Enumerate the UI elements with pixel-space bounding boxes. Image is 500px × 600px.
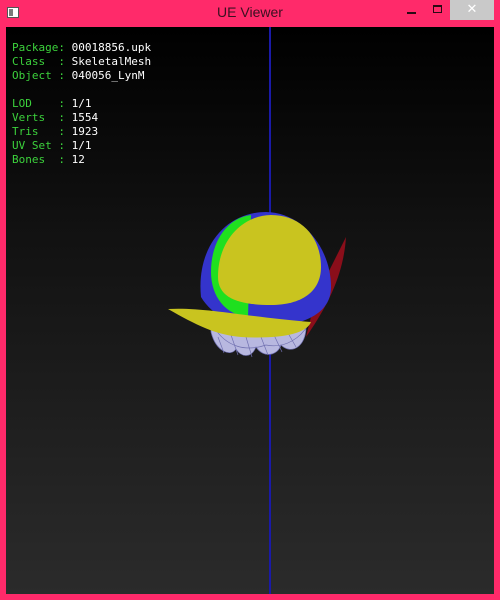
window-title: UE Viewer <box>217 4 283 20</box>
skeletal-mesh-render <box>168 212 346 358</box>
info-object: Object : 040056_LynM <box>12 69 145 82</box>
ue-viewer-window: UE Viewer ✕ Package: 00018856.upk Class … <box>0 0 500 600</box>
minimize-icon <box>407 12 416 14</box>
info-verts: Verts : 1554 <box>12 111 99 124</box>
info-lod: LOD : 1/1 <box>12 97 92 110</box>
info-class: Class : SkeletalMesh <box>12 55 152 68</box>
maximize-button[interactable] <box>426 0 450 20</box>
info-uvset: UV Set : 1/1 <box>12 139 92 152</box>
info-tris: Tris : 1923 <box>12 125 99 138</box>
info-bones: Bones : 12 <box>12 153 85 166</box>
3d-viewport[interactable]: Package: 00018856.upk Class : SkeletalMe… <box>6 27 494 594</box>
minimize-button[interactable] <box>400 0 424 20</box>
close-icon: ✕ <box>466 2 478 17</box>
close-button[interactable]: ✕ <box>450 0 494 20</box>
info-package: Package: 00018856.upk <box>12 41 152 54</box>
mesh-info-overlay: Package: 00018856.upk Class : SkeletalMe… <box>12 41 151 167</box>
maximize-icon <box>433 5 442 13</box>
title-bar[interactable]: UE Viewer ✕ <box>0 0 500 26</box>
